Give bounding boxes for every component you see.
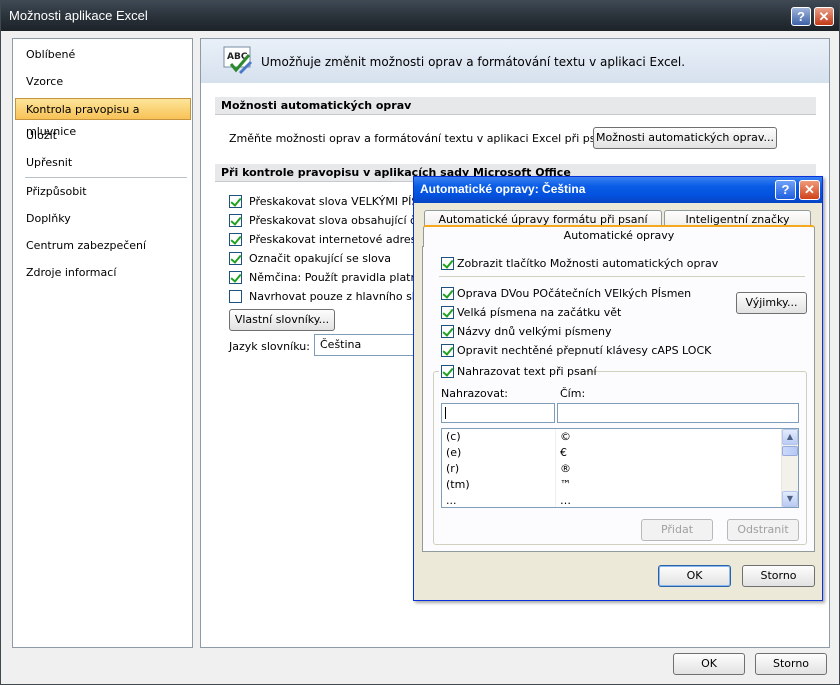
option-label: Oprava DVou POčátečních VElkých PÍsmen [457, 287, 692, 300]
scroll-down-icon[interactable]: ▼ [782, 491, 798, 507]
column-divider [555, 429, 556, 507]
text-cursor [445, 407, 446, 419]
replacement-list[interactable]: (c) © (e) € (r) ® (tm) ™ ...… ▲ ▼ [441, 428, 799, 508]
window-titlebar[interactable]: Možnosti aplikace Excel ? ✕ [1, 1, 839, 31]
tab-autocorrect[interactable]: Automatické opravy [423, 225, 815, 247]
list-item[interactable]: (r) ® [442, 461, 782, 477]
scroll-thumb[interactable] [782, 446, 798, 456]
ok-button[interactable]: OK [673, 653, 745, 675]
option-checkbox[interactable] [229, 233, 242, 246]
dialog-help-icon[interactable]: ? [775, 180, 796, 200]
autocorrect-dialog: Automatické opravy: Čeština ? ✕ Automati… [413, 176, 823, 601]
custom-dictionaries-button[interactable]: Vlastní slovníky... [229, 309, 335, 331]
option-checkbox[interactable] [229, 195, 242, 208]
option-label: Označit opakující se slova [249, 252, 391, 265]
scroll-up-icon[interactable]: ▲ [782, 429, 798, 445]
option-checkbox[interactable] [229, 214, 242, 227]
nav-item-advanced[interactable]: Upřesnit [14, 152, 191, 174]
option-label: Názvy dnů velkými písmeny [457, 325, 612, 338]
replace-input[interactable] [441, 403, 555, 423]
option-checkbox[interactable] [441, 306, 454, 319]
list-item[interactable]: (e) € [442, 445, 782, 461]
dictionary-language-select[interactable]: Čeština [314, 334, 416, 356]
window-title: Možnosti aplikace Excel [9, 8, 148, 23]
nav-item-resources[interactable]: Zdroje informací [14, 262, 191, 284]
nav-item-formulas[interactable]: Vzorce [14, 71, 191, 93]
list-item[interactable]: ...… [442, 493, 782, 507]
add-button[interactable]: Přidat [641, 519, 713, 541]
nav-item-addins[interactable]: Doplňky [14, 208, 191, 230]
option-label: Velká písmena na začátku vět [457, 306, 622, 319]
option-label: Opravit nechtěné přepnutí klávesy cAPS L… [457, 344, 712, 357]
option-checkbox[interactable] [229, 271, 242, 284]
option-checkbox[interactable] [229, 290, 242, 303]
content-header: ABC Umožňuje změnit možnosti oprav a for… [201, 39, 829, 83]
nav-item-customize[interactable]: Přizpůsobit [14, 181, 191, 203]
option-label: Navrhovat pouze z hlavního slov [249, 290, 429, 303]
options-nav: Oblíbené Vzorce Kontrola pravopisu a mlu… [12, 38, 193, 648]
option-label: Přeskakovat slova obsahující čísl [249, 214, 428, 227]
option-checkbox[interactable] [229, 252, 242, 265]
option-checkbox[interactable] [441, 344, 454, 357]
option-label: Němčina: Použít pravidla platná [249, 271, 425, 284]
dialog-titlebar[interactable]: Automatické opravy: Čeština ? ✕ [414, 177, 822, 203]
cancel-button[interactable]: Storno [755, 653, 827, 675]
with-column-label: Čím: [560, 387, 586, 400]
list-scrollbar[interactable]: ▲ ▼ [781, 429, 798, 507]
help-icon[interactable]: ? [791, 7, 811, 26]
show-buttons-checkbox[interactable] [441, 257, 454, 270]
with-input[interactable] [557, 403, 799, 423]
option-checkbox[interactable] [441, 325, 454, 338]
nav-separator [25, 177, 187, 178]
autocorrect-description: Změňte možnosti oprav a formátování text… [229, 132, 616, 145]
show-buttons-label: Zobrazit tlačítko Možnosti automatických… [457, 257, 719, 270]
autocorrect-options-button[interactable]: Možnosti automatických oprav... [593, 127, 777, 149]
autocorrect-section-title: Možnosti automatických oprav [215, 97, 816, 115]
header-description: Umožňuje změnit možnosti oprav a formáto… [261, 55, 686, 69]
list-item[interactable]: (tm) ™ [442, 477, 782, 493]
replace-label: Nahrazovat text při psaní [457, 365, 597, 378]
option-checkbox[interactable] [441, 287, 454, 300]
nav-item-save[interactable]: Uložit [14, 125, 191, 147]
list-item[interactable]: (c) © [442, 429, 782, 445]
dialog-title: Automatické opravy: Čeština [420, 182, 586, 196]
close-icon[interactable]: ✕ [814, 7, 834, 26]
delete-button[interactable]: Odstranit [727, 519, 799, 541]
autocorrect-tab-panel: Zobrazit tlačítko Možnosti automatických… [422, 246, 815, 552]
dialog-close-icon[interactable]: ✕ [799, 180, 820, 200]
dialog-cancel-button[interactable]: Storno [742, 565, 815, 587]
nav-item-proofing[interactable]: Kontrola pravopisu a mluvnice [15, 98, 191, 138]
dialog-ok-button[interactable]: OK [658, 565, 731, 587]
nav-item-trust-center[interactable]: Centrum zabezpečení [14, 235, 191, 257]
nav-item-favorites[interactable]: Oblíbené [14, 44, 191, 66]
option-label: Přeskakovat internetové adresy a [249, 233, 434, 246]
abc-proofing-icon: ABC [223, 46, 252, 74]
replace-column-label: Nahrazovat: [441, 387, 508, 400]
exceptions-button[interactable]: Výjimky... [736, 292, 807, 314]
separator [439, 276, 805, 277]
dictionary-language-label: Jazyk slovníku: [229, 340, 310, 353]
replace-checkbox[interactable] [441, 365, 454, 378]
